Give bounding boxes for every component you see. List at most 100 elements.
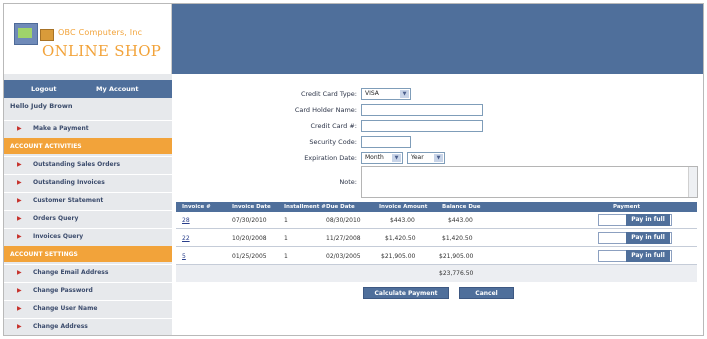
calculate-payment-button[interactable]: Calculate Payment [363, 287, 449, 299]
total-row: $23,776.50 [176, 265, 697, 282]
security-code-input[interactable] [361, 136, 411, 148]
table-row: 28 07/30/2010 1 08/30/2010 $443.00 $443.… [176, 212, 697, 229]
expiration-label: Expiration Date: [304, 154, 357, 162]
logout-link[interactable]: Logout [31, 85, 56, 93]
bullet-icon: ▶ [17, 305, 22, 312]
greeting: Hello Judy Brown [10, 102, 73, 110]
installment: 1 [284, 235, 288, 242]
bullet-icon: ▶ [17, 323, 22, 330]
account-bar: Logout My Account [4, 80, 172, 98]
table-row: 5 01/25/2005 1 02/03/2005 $21,905.00 $21… [176, 248, 697, 265]
section-account-activities: ACCOUNT ACTIVITIES [4, 138, 172, 154]
company-name: OBC Computers, Inc [58, 28, 143, 37]
invoice-date: 07/30/2010 [232, 217, 267, 224]
col-installment: Installment # [284, 204, 326, 210]
balance-due: $443.00 [448, 217, 473, 224]
installment: 1 [284, 217, 288, 224]
bullet-icon: ▶ [17, 233, 22, 240]
nav-label: Change Address [33, 323, 88, 330]
col-balance-due: Balance Due [442, 204, 481, 210]
bullet-icon: ▶ [17, 179, 22, 186]
chevron-down-icon: ▼ [392, 154, 401, 162]
section-account-settings: ACCOUNT SETTINGS [4, 246, 172, 262]
nav-label: Change Password [33, 287, 93, 294]
nav-outstanding-invoices[interactable]: ▶ Outstanding Invoices [4, 174, 172, 190]
invoice-link[interactable]: 5 [182, 253, 186, 260]
pay-in-full-button[interactable]: Pay in full [626, 214, 670, 226]
section-title: ACCOUNT ACTIVITIES [10, 143, 82, 150]
col-payment: Payment [613, 204, 641, 210]
pay-in-full-button[interactable]: Pay in full [626, 250, 670, 262]
col-due-date: Due Date [326, 204, 355, 210]
box-logo-icon [40, 29, 54, 41]
nav-label: Orders Query [33, 215, 79, 222]
pay-in-full-button[interactable]: Pay in full [626, 232, 670, 244]
col-invoice-date: Invoice Date [232, 204, 271, 210]
nav-invoices-query[interactable]: ▶ Invoices Query [4, 228, 172, 244]
bullet-icon: ▶ [17, 161, 22, 168]
due-date: 08/30/2010 [326, 217, 361, 224]
invoice-amount: $443.00 [390, 217, 415, 224]
invoice-amount: $1,420.50 [385, 235, 416, 242]
invoice-amount: $21,905.00 [381, 253, 416, 260]
month-select[interactable]: Month ▼ [361, 152, 403, 164]
note-label: Note: [339, 178, 357, 186]
chevron-down-icon: ▼ [434, 154, 443, 162]
scrollbar[interactable] [688, 167, 697, 197]
nav-label: Make a Payment [33, 125, 89, 132]
nav-label: Change Email Address [33, 269, 109, 276]
bullet-icon: ▶ [17, 125, 22, 132]
nav-label: Invoices Query [33, 233, 84, 240]
nav-change-address[interactable]: ▶ Change Address [4, 318, 172, 334]
sidebar: OBC Computers, Inc ONLINE SHOP Logout My… [4, 4, 172, 335]
holder-label: Card Holder Name: [294, 106, 357, 114]
note-textarea[interactable] [361, 166, 698, 198]
invoice-table-header: Invoice # Invoice Date Installment # Due… [176, 202, 697, 212]
nav-change-user-name[interactable]: ▶ Change User Name [4, 300, 172, 316]
bullet-icon: ▶ [17, 215, 22, 222]
balance-due: $21,905.00 [439, 253, 474, 260]
nav-change-password[interactable]: ▶ Change Password [4, 282, 172, 298]
cancel-button[interactable]: Cancel [459, 287, 514, 299]
col-invoice: Invoice # [182, 204, 211, 210]
card-type-value: VISA [365, 90, 379, 97]
nav-label: Change User Name [33, 305, 98, 312]
invoice-date: 01/25/2005 [232, 253, 267, 260]
bullet-icon: ▶ [17, 287, 22, 294]
month-value: Month [365, 154, 384, 161]
nav-label: Outstanding Invoices [33, 179, 105, 186]
my-account-link[interactable]: My Account [96, 85, 139, 93]
section-title: ACCOUNT SETTINGS [10, 251, 78, 258]
card-number-label: Credit Card #: [310, 122, 357, 130]
computer-logo-icon [14, 23, 38, 45]
invoice-date: 10/20/2008 [232, 235, 267, 242]
year-select[interactable]: Year ▼ [407, 152, 445, 164]
nav-make-payment[interactable]: ▶ Make a Payment [4, 120, 172, 136]
security-code-label: Security Code: [309, 138, 357, 146]
bullet-icon: ▶ [17, 197, 22, 204]
logo: OBC Computers, Inc ONLINE SHOP [4, 4, 172, 74]
bullet-icon: ▶ [17, 269, 22, 276]
card-type-select[interactable]: VISA ▼ [361, 88, 411, 100]
card-type-label: Credit Card Type: [300, 90, 357, 98]
installment: 1 [284, 253, 288, 260]
nav-outstanding-sales-orders[interactable]: ▶ Outstanding Sales Orders [4, 156, 172, 172]
nav-label: Outstanding Sales Orders [33, 161, 121, 168]
invoice-link[interactable]: 22 [182, 235, 190, 242]
header-bar [172, 4, 703, 74]
card-holder-input[interactable] [361, 104, 483, 116]
due-date: 02/03/2005 [326, 253, 361, 260]
balance-total: $23,776.50 [439, 270, 474, 277]
card-number-input[interactable] [361, 120, 483, 132]
year-value: Year [411, 154, 424, 161]
app-frame: OBC Computers, Inc ONLINE SHOP Logout My… [3, 3, 704, 336]
chevron-down-icon: ▼ [400, 90, 409, 98]
due-date: 11/27/2008 [326, 235, 361, 242]
nav-orders-query[interactable]: ▶ Orders Query [4, 210, 172, 226]
col-invoice-amount: Invoice Amount [379, 204, 428, 210]
nav-change-email[interactable]: ▶ Change Email Address [4, 264, 172, 280]
balance-due: $1,420.50 [442, 235, 473, 242]
table-row: 22 10/20/2008 1 11/27/2008 $1,420.50 $1,… [176, 230, 697, 247]
invoice-link[interactable]: 28 [182, 217, 190, 224]
nav-customer-statement[interactable]: ▶ Customer Statement [4, 192, 172, 208]
